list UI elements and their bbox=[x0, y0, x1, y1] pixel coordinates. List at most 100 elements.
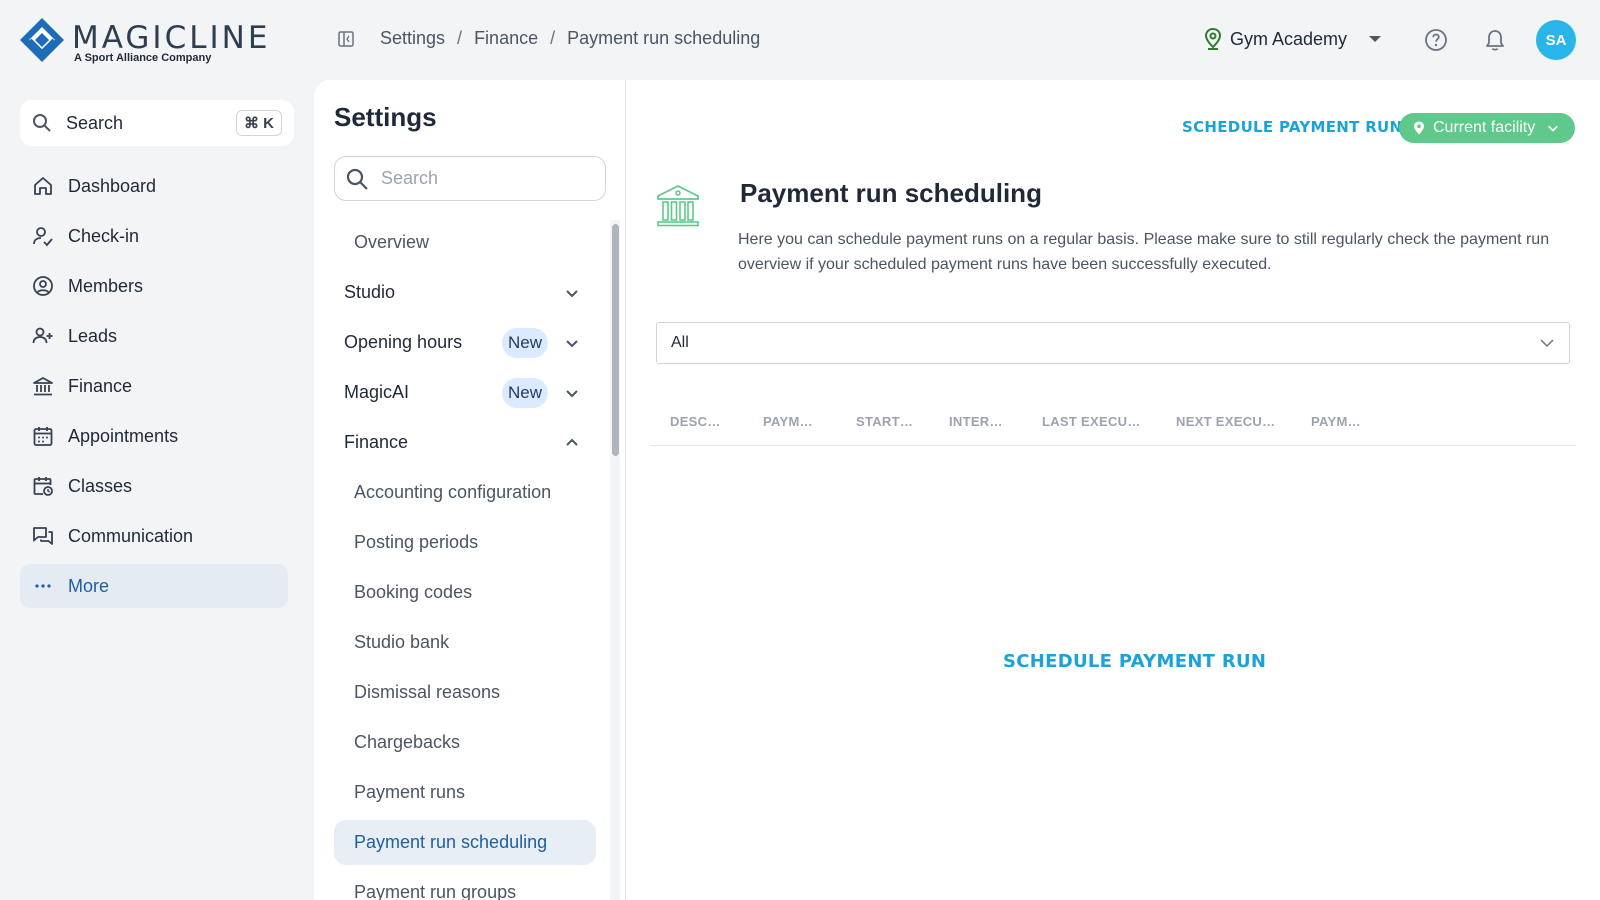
breadcrumb-separator: / bbox=[550, 28, 556, 48]
magicline-logo[interactable]: MAGICLINE A Sport Alliance Company bbox=[18, 16, 267, 66]
nav-item-classes[interactable]: Classes bbox=[20, 464, 288, 508]
page-title: Payment run scheduling bbox=[740, 178, 1042, 208]
status-filter-select[interactable]: All bbox=[656, 322, 1570, 364]
new-badge: New bbox=[501, 327, 548, 358]
settings-item-label: Payment run scheduling bbox=[354, 832, 548, 852]
nav-item-leads[interactable]: Leads bbox=[20, 314, 288, 358]
global-search-label: Search bbox=[66, 112, 124, 133]
more-icon bbox=[35, 584, 51, 588]
settings-group-label: Studio bbox=[344, 282, 396, 302]
table-header: DESC… PAYM… START… INTER… LAST EXECU… NE… bbox=[650, 398, 1576, 446]
brand-tagline: A Sport Alliance Company bbox=[74, 52, 212, 64]
nav-item-label: Appointments bbox=[68, 425, 179, 446]
nav-item-appointments[interactable]: Appointments bbox=[20, 414, 288, 458]
column-header[interactable]: PAYM… bbox=[1311, 414, 1361, 429]
current-facility-filter[interactable]: Current facility bbox=[1399, 113, 1575, 143]
nav-item-label: Communication bbox=[68, 525, 194, 546]
settings-item-label: Posting periods bbox=[354, 532, 479, 552]
magicline-logo-icon bbox=[20, 18, 64, 62]
settings-group-finance[interactable]: Finance bbox=[334, 420, 596, 465]
settings-search-input[interactable] bbox=[381, 168, 581, 189]
settings-item-dismissal-reasons[interactable]: Dismissal reasons bbox=[334, 670, 596, 715]
column-header[interactable]: LAST EXECU… bbox=[1042, 414, 1141, 429]
settings-item-studio-bank[interactable]: Studio bank bbox=[334, 620, 596, 665]
brand-name: MAGICLINE bbox=[72, 20, 271, 56]
chevron-down-icon bbox=[566, 389, 578, 397]
settings-item-label: Overview bbox=[354, 232, 430, 252]
settings-group-label: MagicAI bbox=[344, 382, 410, 402]
settings-title: Settings bbox=[334, 102, 437, 132]
breadcrumb-finance[interactable]: Finance bbox=[474, 28, 538, 49]
settings-item-label: Payment runs bbox=[354, 782, 466, 802]
nav-item-label: Dashboard bbox=[68, 175, 157, 196]
column-header[interactable]: NEXT EXECU… bbox=[1176, 414, 1275, 429]
caret-down-icon bbox=[1369, 36, 1382, 42]
settings-scrollbar-thumb[interactable] bbox=[612, 224, 619, 456]
breadcrumb-separator: / bbox=[457, 28, 463, 48]
chevron-down-icon bbox=[1548, 125, 1559, 132]
check-in-icon bbox=[33, 227, 53, 247]
nav-item-label: Members bbox=[68, 275, 144, 296]
column-header[interactable]: INTER… bbox=[949, 414, 1003, 429]
column-header[interactable]: START… bbox=[856, 414, 913, 429]
settings-group-label: Opening hours bbox=[344, 332, 463, 352]
chat-icon bbox=[33, 527, 53, 545]
settings-group-magicai[interactable]: MagicAI New bbox=[334, 370, 596, 415]
settings-group-opening-hours[interactable]: Opening hours New bbox=[334, 320, 596, 365]
search-icon bbox=[33, 114, 51, 132]
settings-item-payment-run-scheduling[interactable]: Payment run scheduling bbox=[334, 820, 596, 865]
new-badge: New bbox=[501, 377, 548, 408]
settings-item-chargebacks[interactable]: Chargebacks bbox=[334, 720, 596, 765]
classes-icon bbox=[33, 477, 53, 496]
page-description: Here you can schedule payment runs on a … bbox=[738, 231, 1550, 273]
nav-item-finance[interactable]: Finance bbox=[20, 364, 288, 408]
settings-item-label: Payment run groups bbox=[354, 882, 517, 900]
sidebar-toggle-icon[interactable] bbox=[338, 31, 354, 47]
nav-item-more[interactable]: More bbox=[20, 564, 288, 608]
settings-item-accounting-configuration[interactable]: Accounting configuration bbox=[334, 470, 596, 515]
schedule-payment-run-button[interactable]: SCHEDULE PAYMENT RUN bbox=[1182, 118, 1402, 136]
settings-panel: Settings Overview Studio Opening hours N… bbox=[314, 80, 626, 900]
calendar-icon bbox=[33, 427, 53, 446]
bell-icon[interactable] bbox=[1484, 28, 1506, 52]
settings-item-overview[interactable]: Overview bbox=[334, 220, 596, 265]
members-icon bbox=[33, 276, 53, 296]
settings-group-label: Finance bbox=[344, 432, 409, 452]
bank-icon bbox=[33, 377, 53, 396]
facility-switcher[interactable]: Gym Academy bbox=[1204, 28, 1382, 50]
settings-search[interactable] bbox=[334, 156, 606, 201]
settings-group-studio[interactable]: Studio bbox=[334, 270, 596, 315]
settings-item-label: Booking codes bbox=[354, 582, 473, 602]
breadcrumb-settings[interactable]: Settings bbox=[380, 28, 445, 49]
nav-item-communication[interactable]: Communication bbox=[20, 514, 288, 558]
main-content: SCHEDULE PAYMENT RUN Current facility Pa… bbox=[626, 80, 1600, 900]
main-nav: Dashboard Check-in Members Leads Finance… bbox=[20, 164, 288, 614]
column-header[interactable]: DESC… bbox=[670, 414, 721, 429]
search-shortcut: ⌘ K bbox=[236, 110, 282, 136]
settings-list: Overview Studio Opening hours New MagicA… bbox=[334, 220, 596, 900]
nav-item-members[interactable]: Members bbox=[20, 264, 288, 308]
facility-name: Gym Academy bbox=[1230, 28, 1348, 49]
settings-item-label: Dismissal reasons bbox=[354, 682, 501, 702]
column-header[interactable]: PAYM… bbox=[763, 414, 813, 429]
settings-item-payment-runs[interactable]: Payment runs bbox=[334, 770, 596, 815]
leads-icon bbox=[32, 327, 53, 344]
nav-item-dashboard[interactable]: Dashboard bbox=[20, 164, 288, 208]
global-search[interactable]: Search ⌘ K bbox=[20, 100, 294, 146]
breadcrumb-current: Payment run scheduling bbox=[567, 28, 761, 48]
settings-item-payment-run-groups[interactable]: Payment run groups bbox=[334, 870, 596, 900]
help-icon[interactable] bbox=[1424, 28, 1448, 52]
nav-item-label: Check-in bbox=[68, 225, 140, 246]
settings-item-booking-codes[interactable]: Booking codes bbox=[334, 570, 596, 615]
nav-item-label: Leads bbox=[68, 325, 118, 346]
empty-state-schedule-button[interactable]: SCHEDULE PAYMENT RUN bbox=[1003, 651, 1266, 672]
nav-item-check-in[interactable]: Check-in bbox=[20, 214, 288, 258]
bank-icon bbox=[657, 185, 699, 227]
settings-item-label: Accounting configuration bbox=[354, 482, 552, 502]
user-avatar[interactable]: SA bbox=[1536, 20, 1576, 60]
nav-item-label: More bbox=[68, 575, 110, 596]
settings-item-label: Chargebacks bbox=[354, 732, 461, 752]
chevron-up-icon bbox=[566, 438, 578, 446]
search-icon bbox=[346, 168, 368, 190]
settings-item-posting-periods[interactable]: Posting periods bbox=[334, 520, 596, 565]
